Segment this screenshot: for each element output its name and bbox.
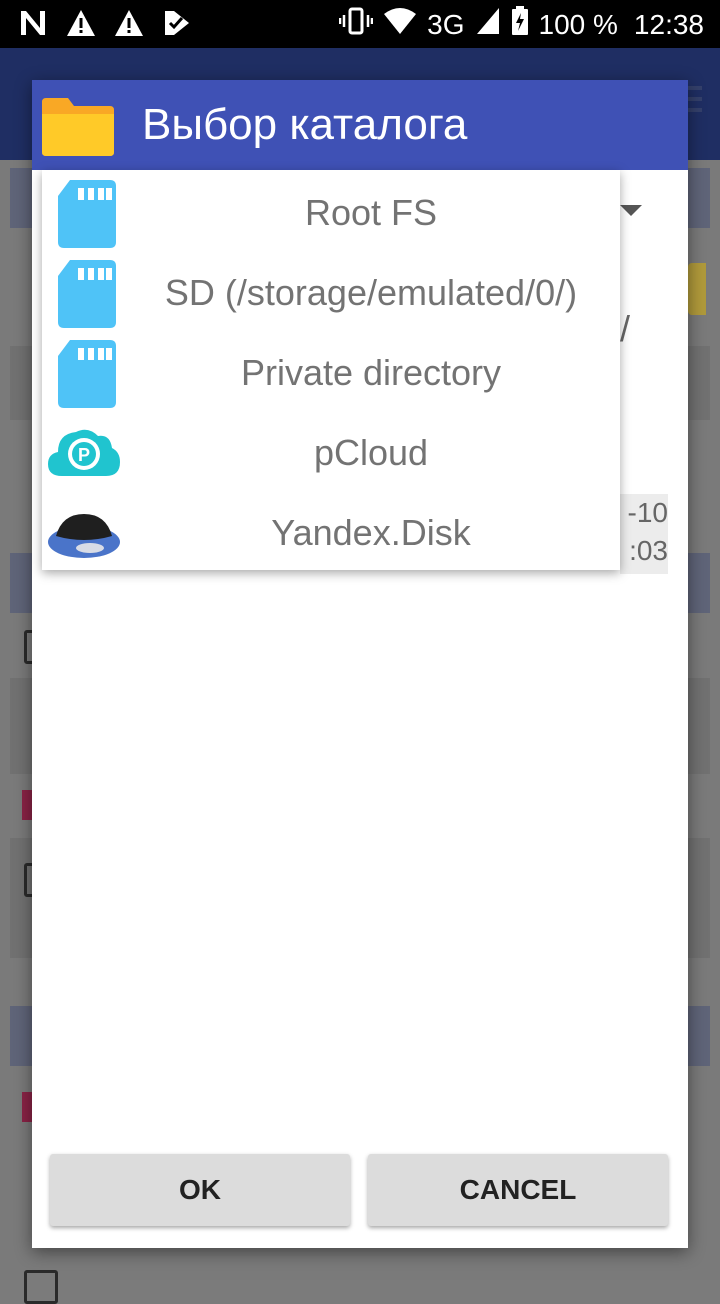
cancel-button[interactable]: CANCEL [368, 1154, 668, 1226]
location-item-private-directory[interactable]: Private directory [42, 332, 620, 412]
status-bar: 3G 100 % 12:38 [0, 0, 720, 48]
pcloud-icon: P [48, 418, 120, 488]
path-fragment: / [620, 308, 631, 349]
warning-icon [114, 8, 144, 43]
location-label: pCloud [313, 432, 429, 473]
dialog-header: Выбор каталога [32, 80, 688, 170]
background-badge [688, 263, 706, 315]
sd-card-icon [48, 178, 120, 248]
vibrate-icon [338, 6, 374, 43]
location-item-yandex-disk[interactable]: Yandex.Disk [42, 492, 620, 572]
warning-icon [66, 8, 96, 43]
notification-icons [18, 8, 192, 43]
location-item-root-fs[interactable]: Root FS [42, 172, 620, 252]
dialog-title: Выбор каталога [142, 100, 468, 149]
n-notification-icon [18, 8, 48, 43]
yandex-disk-icon [48, 498, 120, 568]
date-fragment: -10 :03 [620, 494, 668, 574]
location-label: Root FS [304, 192, 438, 233]
wifi-icon [383, 6, 417, 43]
location-item-pcloud[interactable]: P pCloud [42, 412, 620, 492]
storage-location-dropdown: Root FS SD (/storage/emulated/0/) Privat… [42, 170, 620, 570]
battery-percent: 100 % [538, 8, 618, 40]
ok-button[interactable]: OK [50, 1154, 350, 1226]
check-tag-icon [162, 8, 192, 43]
svg-text:P: P [78, 445, 90, 465]
sd-card-icon [48, 258, 120, 328]
clock: 12:38 [633, 8, 704, 40]
cell-signal-icon [475, 6, 501, 43]
date-fragment-line: -10 [627, 497, 668, 528]
network-type-label: 3G [427, 8, 465, 40]
folder-icon [40, 94, 116, 158]
location-label: Yandex.Disk [271, 512, 471, 553]
battery-charging-icon [511, 6, 529, 43]
dropdown-arrow-icon[interactable] [620, 205, 642, 216]
location-label: Private directory [240, 352, 502, 393]
background-checkbox [24, 1270, 58, 1304]
location-item-sd[interactable]: SD (/storage/emulated/0/) [42, 252, 620, 332]
location-label: SD (/storage/emulated/0/) [164, 272, 578, 313]
system-icons: 3G 100 % 12:38 [338, 6, 704, 43]
sd-card-icon [48, 338, 120, 408]
time-fragment-line: :03 [629, 535, 668, 566]
